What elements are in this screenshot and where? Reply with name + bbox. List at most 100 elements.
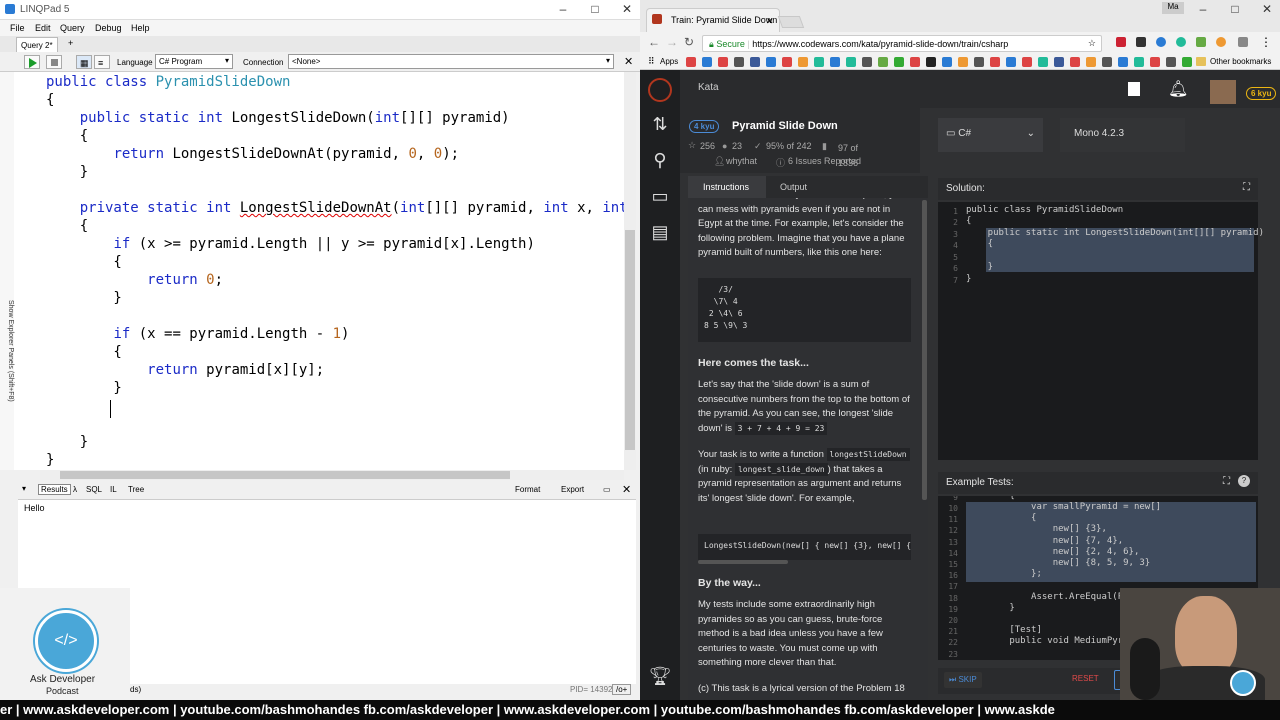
address-bar[interactable]: 🔒︎ Secure | https://www.codewars.com/kat… bbox=[702, 35, 1102, 52]
bookmark-icon[interactable] bbox=[1006, 57, 1016, 67]
maximize-button[interactable]: □ bbox=[1228, 2, 1242, 16]
explorer-panel-toggle[interactable]: Show Explorer Panels (Shift+F8) bbox=[0, 300, 14, 440]
author-link[interactable]: whythat bbox=[726, 156, 757, 166]
connection-select[interactable]: <None> ▾ bbox=[288, 54, 614, 69]
tab-tree[interactable]: Tree bbox=[128, 485, 144, 494]
extension-icon[interactable] bbox=[1156, 37, 1166, 47]
star-icon[interactable]: ☆ bbox=[1088, 38, 1096, 49]
menu-file[interactable]: File bbox=[10, 23, 25, 33]
bookmark-icon[interactable] bbox=[878, 57, 888, 67]
expand-icon[interactable]: ⛶ bbox=[1223, 476, 1230, 487]
bookmark-icon[interactable] bbox=[990, 57, 1000, 67]
stop-button[interactable] bbox=[46, 55, 62, 69]
collapse-icon[interactable]: ▾ bbox=[22, 484, 26, 493]
optimize-toggle[interactable]: /o+ bbox=[612, 684, 632, 695]
bookmark-icon[interactable] bbox=[798, 57, 808, 67]
close-editor-icon[interactable]: ✕ bbox=[624, 55, 633, 68]
reset-button[interactable]: RESET bbox=[1072, 674, 1099, 683]
language-select[interactable]: C# Program ▾ bbox=[155, 54, 233, 69]
bookmark-icon[interactable] bbox=[782, 57, 792, 67]
issues-link[interactable]: 6 Issues Reported bbox=[788, 156, 861, 166]
apps-bookmark[interactable]: Apps bbox=[660, 57, 678, 66]
export-menu[interactable]: Export bbox=[561, 485, 584, 494]
bookmark-icon[interactable] bbox=[974, 57, 984, 67]
close-button[interactable]: ✕ bbox=[620, 2, 634, 16]
new-tab-button[interactable] bbox=[777, 16, 805, 28]
expand-icon[interactable]: ⛶ bbox=[1243, 182, 1250, 193]
solution-editor[interactable]: 1 2 3 4 5 6 7 public class PyramidSlideD… bbox=[938, 202, 1264, 460]
extension-icon[interactable] bbox=[1176, 37, 1186, 47]
other-bookmarks[interactable]: Other bookmarks bbox=[1210, 57, 1271, 66]
skip-button[interactable]: ⏭︎ SKIP bbox=[944, 672, 982, 688]
bookmark-icon[interactable] bbox=[1166, 57, 1176, 67]
minimize-button[interactable]: – bbox=[1196, 2, 1210, 16]
tab-results[interactable]: Results bbox=[38, 484, 71, 495]
close-tab-icon[interactable]: ✕ bbox=[766, 16, 774, 27]
bookmark-icon[interactable] bbox=[942, 57, 952, 67]
bookmark-icon[interactable] bbox=[814, 57, 824, 67]
bell-icon[interactable]: 🔔︎ bbox=[1168, 79, 1188, 99]
bookmark-icon[interactable] bbox=[1038, 57, 1048, 67]
discussions-icon[interactable]: ▭ bbox=[645, 186, 675, 207]
forward-icon[interactable]: → bbox=[666, 35, 678, 49]
menu-debug[interactable]: Debug bbox=[95, 23, 122, 33]
minimize-button[interactable]: – bbox=[556, 2, 570, 16]
bookmark-icon[interactable] bbox=[894, 57, 904, 67]
extension-icon[interactable] bbox=[1116, 37, 1126, 47]
tab-il[interactable]: IL bbox=[110, 485, 117, 494]
tab-output[interactable]: Output bbox=[780, 182, 807, 192]
close-button[interactable]: ✕ bbox=[1260, 2, 1274, 16]
avatar[interactable] bbox=[1210, 80, 1236, 104]
bookmark-icon[interactable] bbox=[958, 57, 968, 67]
bookmark-icon[interactable] bbox=[1102, 57, 1112, 67]
reload-icon[interactable]: ↻ bbox=[684, 35, 694, 49]
bookmark-icon[interactable] bbox=[750, 57, 760, 67]
language-select[interactable]: ▭ C# ⌄ bbox=[938, 118, 1043, 152]
bookmark-icon[interactable] bbox=[718, 57, 728, 67]
bookmark-icon[interactable] bbox=[1134, 57, 1144, 67]
text-results-button[interactable]: ≡ bbox=[94, 55, 110, 69]
bookmark-icon[interactable] bbox=[734, 57, 744, 67]
apps-icon[interactable]: ⠿ bbox=[648, 56, 655, 67]
scroll-thumb[interactable] bbox=[625, 230, 635, 450]
bookmark-icon[interactable] bbox=[846, 57, 856, 67]
trophy-icon[interactable]: 🏆︎ bbox=[645, 666, 675, 687]
maximize-button[interactable]: □ bbox=[588, 2, 602, 16]
tab-sql[interactable]: SQL bbox=[86, 485, 102, 494]
bookmark-icon[interactable] bbox=[1128, 82, 1140, 96]
runtime-select[interactable]: Mono 4.2.3 bbox=[1060, 118, 1185, 152]
bookmark-icon[interactable] bbox=[1022, 57, 1032, 67]
bookmark-icon[interactable] bbox=[926, 57, 936, 67]
help-icon[interactable]: ? bbox=[1238, 475, 1250, 487]
pin-icon[interactable]: ▭ bbox=[603, 485, 611, 494]
close-results-icon[interactable]: ✕ bbox=[622, 483, 631, 496]
menu-query[interactable]: Query bbox=[60, 23, 85, 33]
bookmark-icon[interactable] bbox=[1150, 57, 1160, 67]
bookmark-icon[interactable] bbox=[1054, 57, 1064, 67]
browser-tab[interactable]: Train: Pyramid Slide Down bbox=[646, 8, 780, 32]
extension-icon[interactable] bbox=[1216, 37, 1226, 47]
tab-query-2[interactable]: Query 2* bbox=[16, 37, 58, 52]
bookmark-icon[interactable] bbox=[1118, 57, 1128, 67]
menu-icon[interactable]: ⋮ bbox=[1260, 35, 1272, 49]
profile-button[interactable]: Ma bbox=[1162, 2, 1184, 14]
extension-icon[interactable] bbox=[1136, 37, 1146, 47]
bookmark-icon[interactable] bbox=[1086, 57, 1096, 67]
bookmark-icon[interactable] bbox=[910, 57, 920, 67]
tab-instructions[interactable]: Instructions bbox=[688, 176, 766, 198]
grid-results-button[interactable]: ▦ bbox=[76, 55, 92, 69]
add-tab-button[interactable]: + bbox=[68, 38, 73, 48]
menu-edit[interactable]: Edit bbox=[35, 23, 51, 33]
extension-icon[interactable] bbox=[1196, 37, 1206, 47]
docs-icon[interactable]: ▤ bbox=[645, 222, 675, 243]
bookmark-icon[interactable] bbox=[830, 57, 840, 67]
back-icon[interactable]: ← bbox=[648, 35, 660, 49]
format-menu[interactable]: Format bbox=[515, 485, 540, 494]
code-editor[interactable]: public class PyramidSlideDown { public s… bbox=[14, 72, 624, 470]
bookmark-icon[interactable] bbox=[702, 57, 712, 67]
codewars-logo-icon[interactable] bbox=[648, 78, 672, 102]
description-scrollbar[interactable] bbox=[922, 200, 927, 500]
bookmark-icon[interactable] bbox=[766, 57, 776, 67]
bookmark-icon[interactable] bbox=[686, 57, 696, 67]
code-scrollbar[interactable] bbox=[698, 560, 788, 564]
